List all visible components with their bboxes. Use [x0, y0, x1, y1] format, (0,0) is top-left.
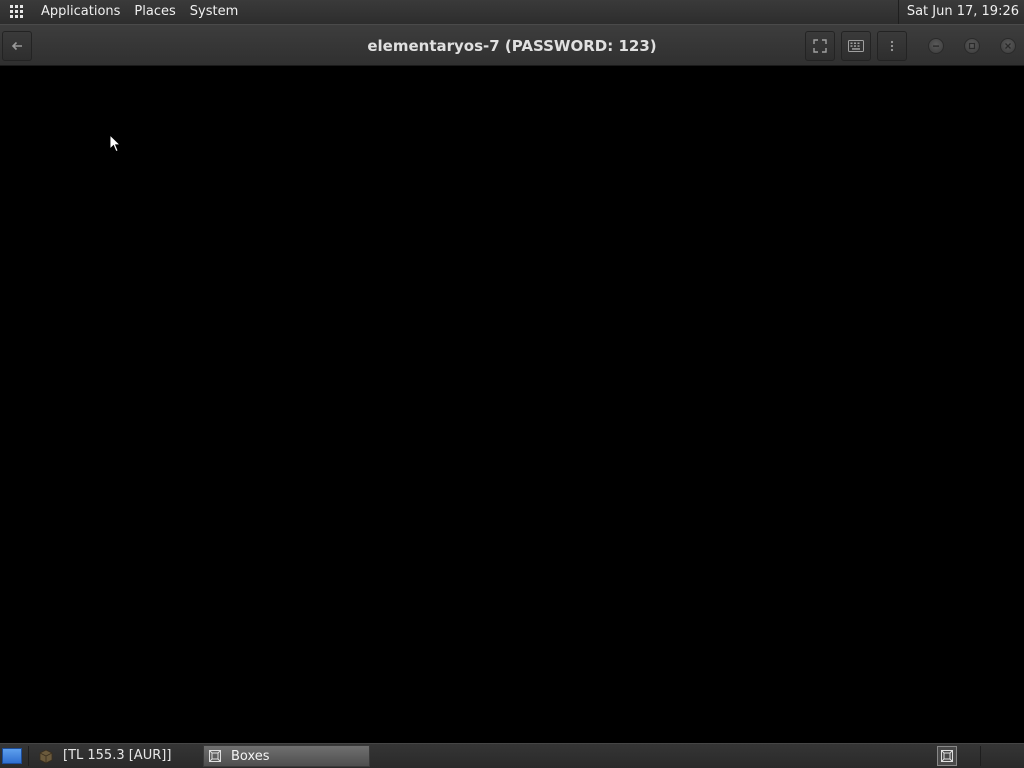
menu-system[interactable]: System — [183, 0, 245, 24]
back-button[interactable] — [2, 31, 32, 61]
boxes-icon — [209, 750, 221, 762]
taskbar-item-label: Boxes — [231, 748, 270, 764]
vm-display[interactable] — [0, 66, 1024, 743]
menu-applications[interactable]: Applications — [34, 0, 127, 24]
keyboard-button[interactable] — [841, 31, 871, 61]
bottom-panel: [TL 155.3 [AUR]] Boxes — [0, 743, 1024, 768]
panel-separator — [28, 746, 29, 766]
maximize-icon — [968, 42, 976, 50]
clock[interactable]: Sat Jun 17, 19:26 — [897, 0, 1024, 24]
close-button[interactable] — [1000, 38, 1016, 54]
apps-grid-icon[interactable] — [10, 5, 24, 19]
top-panel: Applications Places System Sat Jun 17, 1… — [0, 0, 1024, 24]
tray-boxes-icon[interactable] — [937, 746, 957, 766]
panel-separator — [980, 746, 981, 766]
close-icon — [1005, 43, 1011, 49]
keyboard-icon — [848, 40, 864, 52]
more-options-button[interactable] — [877, 31, 907, 61]
maximize-button[interactable] — [964, 38, 980, 54]
mouse-pointer-icon — [109, 134, 121, 153]
minimize-icon — [933, 45, 939, 47]
currency-indicator[interactable]: [TL 155.3 [AUR]] — [63, 744, 171, 768]
header-bar: elementaryos-7 (PASSWORD: 123) — [0, 24, 1024, 66]
taskbar-item-boxes[interactable]: Boxes — [203, 745, 370, 767]
more-vertical-icon — [890, 40, 894, 52]
menu-places[interactable]: Places — [127, 0, 182, 24]
screen: Applications Places System Sat Jun 17, 1… — [0, 0, 1024, 768]
minimize-button[interactable] — [928, 38, 944, 54]
fullscreen-button[interactable] — [805, 31, 835, 61]
show-desktop-icon[interactable] — [2, 748, 22, 764]
window-title: elementaryos-7 (PASSWORD: 123) — [367, 37, 657, 55]
back-arrow-icon — [11, 41, 22, 51]
package-icon[interactable] — [38, 748, 54, 764]
fullscreen-icon — [813, 39, 827, 53]
